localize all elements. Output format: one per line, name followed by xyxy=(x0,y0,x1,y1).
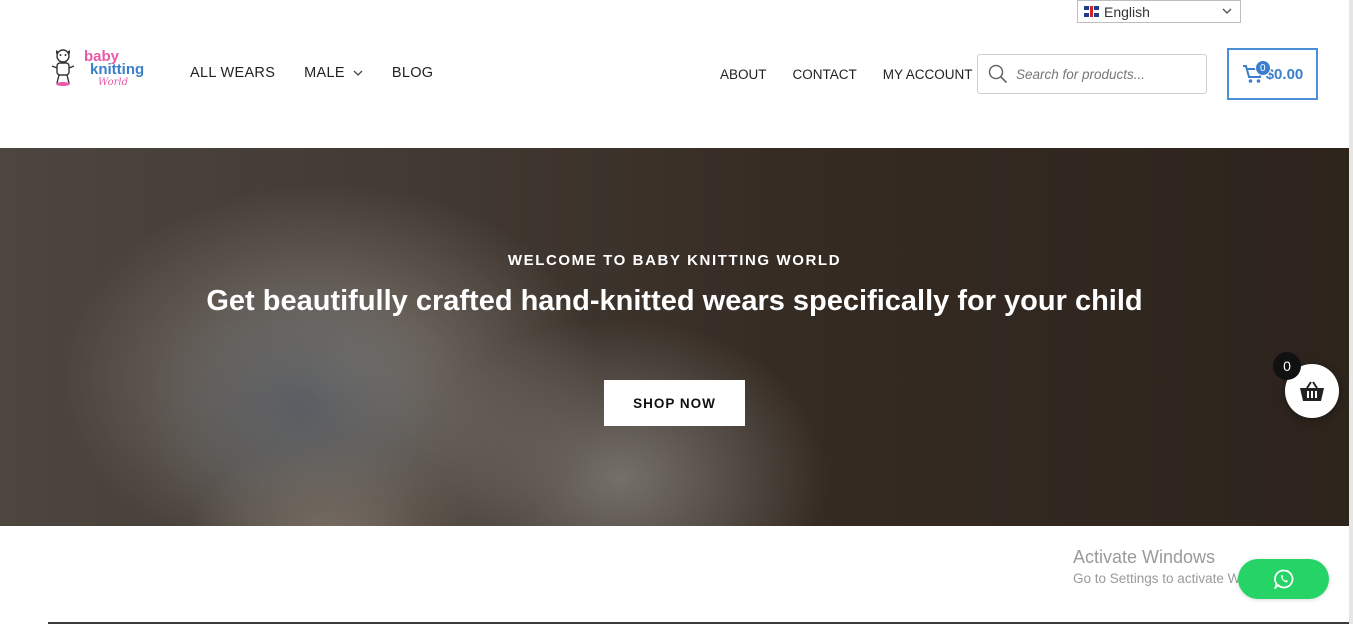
shop-now-button[interactable]: SHOP NOW xyxy=(604,380,745,426)
floating-cart-count: 0 xyxy=(1273,352,1301,380)
language-selector[interactable]: English xyxy=(1077,0,1241,23)
primary-nav: ALL WEARS MALE BLOG xyxy=(190,65,433,81)
site-logo[interactable]: baby knitting World xyxy=(46,46,154,96)
whatsapp-icon xyxy=(1273,569,1293,589)
cart-icon: 0 xyxy=(1242,60,1271,84)
hero-title: Get beautifully crafted hand-knitted wea… xyxy=(206,285,1143,317)
nav-item-about[interactable]: ABOUT xyxy=(720,67,767,82)
language-label: English xyxy=(1104,3,1150,20)
cart-total: $0.00 xyxy=(1265,65,1304,83)
basket-icon xyxy=(1300,381,1324,401)
chevron-down-icon xyxy=(353,70,363,76)
logo-line-knitting: knitting xyxy=(90,61,145,78)
cart-count-badge: 0 xyxy=(1254,60,1271,76)
hero-eyebrow: WELCOME TO BABY KNITTING WORLD xyxy=(507,252,842,269)
hero-banner: WELCOME TO BABY KNITTING WORLD Get beaut… xyxy=(0,148,1349,526)
chevron-down-icon xyxy=(1222,8,1232,14)
nav-item-all-wears[interactable]: ALL WEARS xyxy=(190,65,275,81)
nav-item-blog[interactable]: BLOG xyxy=(392,65,434,81)
header-cart-button[interactable]: 0 $0.00 xyxy=(1227,48,1318,100)
product-search xyxy=(977,54,1207,94)
secondary-nav: ABOUT CONTACT MY ACCOUNT xyxy=(720,67,973,82)
search-input[interactable] xyxy=(1016,66,1196,82)
nav-label: ALL WEARS xyxy=(190,65,276,81)
nav-label: BLOG xyxy=(391,65,434,81)
nav-label: MALE xyxy=(304,65,345,81)
nav-item-my-account[interactable]: MY ACCOUNT xyxy=(883,67,973,82)
nav-item-male[interactable]: MALE xyxy=(304,65,363,81)
whatsapp-chat-button[interactable] xyxy=(1238,559,1329,599)
nav-item-contact[interactable]: CONTACT xyxy=(793,67,857,82)
search-icon[interactable] xyxy=(988,64,1008,84)
uk-flag-icon xyxy=(1084,6,1099,17)
scrollbar-track[interactable] xyxy=(1349,0,1353,624)
